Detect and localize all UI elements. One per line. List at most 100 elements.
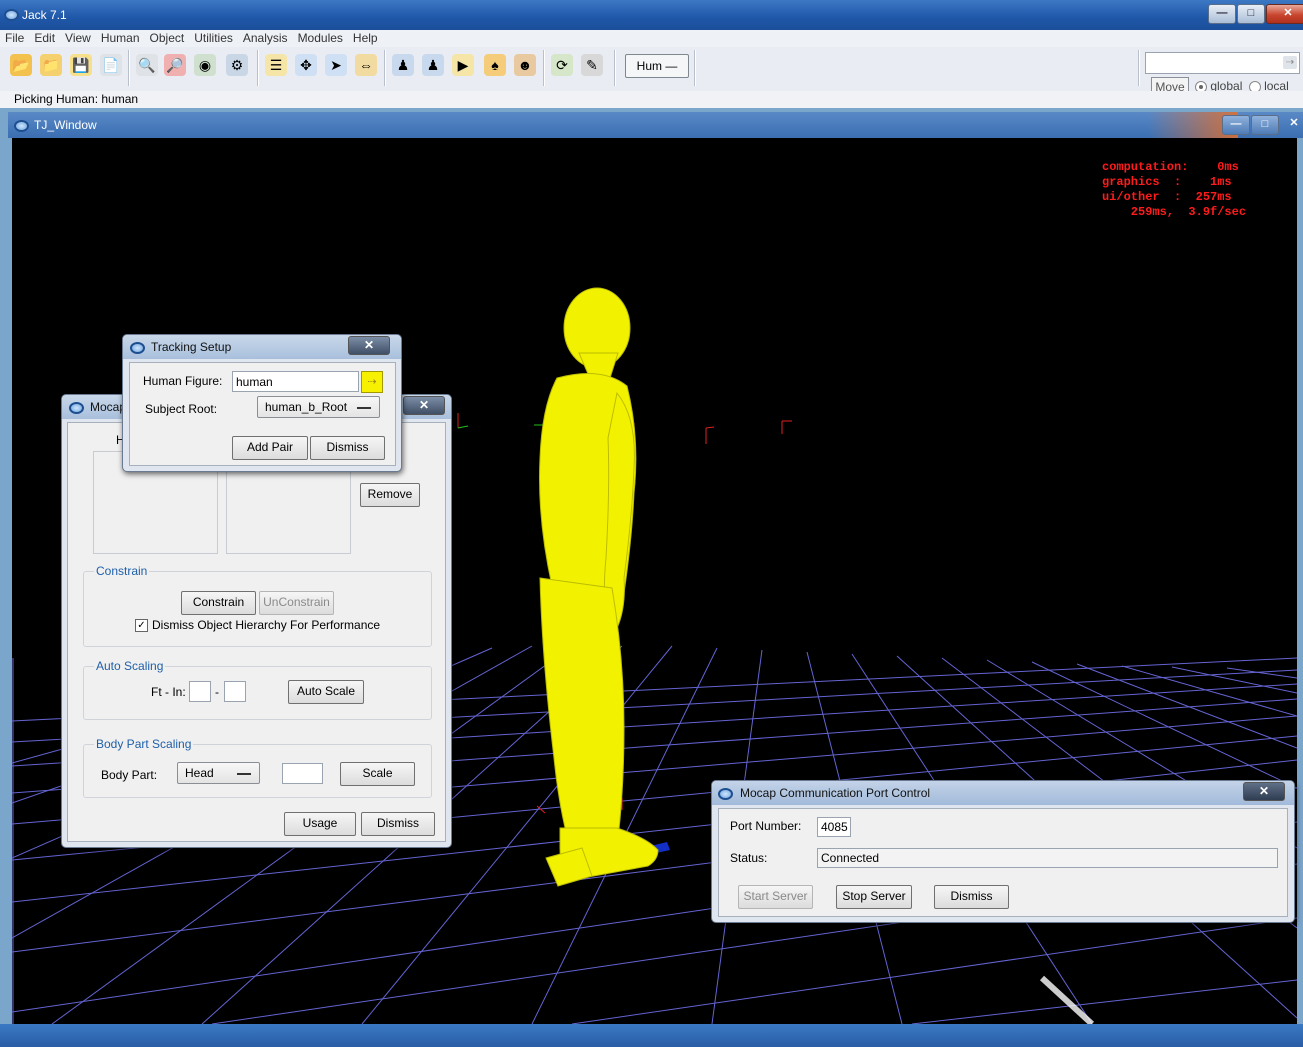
tracking-dialog-body: Human Figure: human ⇢ Subject Root: huma… — [129, 362, 396, 466]
perf-line: 259ms, 3.9f/sec — [1102, 205, 1247, 219]
inches-input[interactable] — [224, 681, 246, 702]
port-number-input[interactable]: 4085 — [817, 817, 851, 837]
subject-root-select[interactable]: human_b_Root — [257, 396, 380, 418]
toolbar-separator — [694, 50, 696, 86]
perf-line: ui/other : 257ms — [1102, 190, 1232, 204]
perf-line: graphics : 1ms — [1102, 175, 1232, 189]
port-number-label: Port Number: — [730, 819, 802, 833]
mocap-dialog-body: H Remove Constrain Constrain UnConstrain… — [67, 422, 446, 842]
app-title-bar: Jack 7.1 — □ ✕ — [0, 0, 1303, 30]
menu-help[interactable]: Help — [348, 30, 383, 47]
open-file-icon[interactable]: 📁 — [40, 54, 62, 76]
body-part-select[interactable]: Head — [177, 762, 260, 784]
body-part-scaling-group-title: Body Part Scaling — [94, 737, 194, 751]
toolbar-separator — [543, 50, 545, 86]
dismiss-button[interactable]: Dismiss — [310, 436, 385, 460]
close-icon[interactable]: ✕ — [1266, 4, 1303, 24]
dismiss-button[interactable]: Dismiss — [934, 885, 1009, 909]
dialog-icon — [718, 788, 733, 800]
close-icon[interactable]: ✕ — [348, 336, 390, 355]
window-controls: — □ ✕ — [1207, 4, 1303, 24]
app-icon — [4, 9, 19, 21]
scale-input[interactable] — [282, 763, 323, 784]
unconstrain-button[interactable]: UnConstrain — [259, 591, 334, 615]
body-part-value: Head — [185, 766, 214, 780]
toolbar-separator — [384, 50, 386, 86]
menu-object[interactable]: Object — [145, 30, 190, 47]
human-select-value: Hum — [636, 59, 662, 73]
human-figure-icon[interactable]: ☻ — [514, 54, 536, 76]
maximize-icon[interactable]: □ — [1251, 115, 1279, 135]
minimize-icon[interactable]: — — [1208, 4, 1236, 24]
human-edit-icon[interactable]: ♟ — [422, 54, 444, 76]
hierarchy-icon[interactable]: ☰ — [265, 54, 287, 76]
dismiss-button[interactable]: Dismiss — [361, 812, 435, 836]
document-icon[interactable]: 📄 — [100, 54, 122, 76]
dismiss-hierarchy-label: Dismiss Object Hierarchy For Performance — [152, 618, 381, 632]
body-part-label: Body Part: — [101, 768, 158, 782]
close-icon[interactable]: ✕ — [1243, 782, 1285, 801]
auto-scale-button[interactable]: Auto Scale — [288, 680, 364, 704]
menu-edit[interactable]: Edit — [29, 30, 60, 47]
close-icon[interactable]: ✕ — [403, 396, 445, 415]
human-figure-input[interactable]: human — [232, 371, 359, 392]
dialog-icon — [69, 402, 84, 414]
constrain-button[interactable]: Constrain — [181, 591, 256, 615]
camera-view-icon[interactable]: ◉ — [194, 54, 216, 76]
app-title: Jack 7.1 — [22, 8, 67, 22]
status-value: Connected — [817, 848, 1278, 868]
constrain-group-title: Constrain — [94, 564, 150, 578]
tj-window-title-bar: TJ_Window — □ ✕ — [8, 112, 1303, 138]
open-folder-icon[interactable]: 📂 — [10, 54, 32, 76]
search-input[interactable]: ⇢ — [1145, 52, 1300, 74]
tracking-setup-dialog: Tracking Setup ✕ Human Figure: human ⇢ S… — [122, 334, 402, 472]
measure-icon[interactable]: ⇔ — [355, 54, 377, 76]
toolbar-separator — [128, 50, 130, 86]
binoculars-icon[interactable]: 🔍 — [136, 54, 158, 76]
tool-icon[interactable]: ✎ — [581, 54, 603, 76]
auto-scaling-group-title: Auto Scaling — [94, 659, 166, 673]
tj-window-title: TJ_Window — [34, 118, 97, 132]
toolbar-separator — [257, 50, 259, 86]
scale-button[interactable]: Scale — [340, 762, 415, 786]
start-server-button[interactable]: Start Server — [738, 885, 813, 909]
usage-button[interactable]: Usage — [284, 812, 356, 836]
perf-line: computation: 0ms — [1102, 160, 1239, 174]
stop-server-button[interactable]: Stop Server — [836, 885, 912, 909]
search-icon[interactable]: ⇢ — [1283, 56, 1297, 69]
menu-file[interactable]: File — [0, 30, 29, 47]
maximize-icon[interactable]: □ — [1237, 4, 1265, 24]
mocap-dialog-title: Mocap — [90, 400, 127, 414]
human-select[interactable]: Hum — — [625, 54, 689, 78]
human-figure — [539, 287, 659, 887]
menu-analysis[interactable]: Analysis — [238, 30, 293, 47]
toolbar-separator — [1138, 50, 1140, 86]
tj-window-controls: — □ ✕ — [1221, 115, 1303, 135]
status-label: Status: — [730, 851, 768, 865]
status-text: Picking Human: human — [14, 92, 139, 106]
pick-human-icon[interactable]: ⇢ — [361, 371, 383, 393]
menu-utilities[interactable]: Utilities — [189, 30, 238, 47]
remove-button[interactable]: Remove — [360, 483, 420, 507]
menu-human[interactable]: Human — [96, 30, 145, 47]
zoom-icon[interactable]: 🔎 — [164, 54, 186, 76]
save-icon[interactable]: 💾 — [70, 54, 92, 76]
port-dialog-body: Port Number: 4085 Status: Connected Star… — [718, 808, 1288, 917]
render-icon[interactable]: ⚙ — [226, 54, 248, 76]
add-pair-button[interactable]: Add Pair — [232, 436, 308, 460]
close-icon[interactable]: ✕ — [1280, 115, 1303, 133]
performance-stats: computation: 0ms graphics : 1ms ui/other… — [1102, 160, 1246, 220]
motion-icon[interactable]: ⟳ — [551, 54, 573, 76]
constrain-group — [83, 571, 432, 647]
transform-icon[interactable]: ✥ — [295, 54, 317, 76]
posture-icon[interactable]: ♠ — [484, 54, 506, 76]
minimize-icon[interactable]: — — [1222, 115, 1250, 135]
menu-modules[interactable]: Modules — [293, 30, 348, 47]
human-add-icon[interactable]: ♟ — [392, 54, 414, 76]
pointer-icon[interactable]: ➤ — [325, 54, 347, 76]
taskbar — [0, 1024, 1303, 1047]
joint-icon[interactable]: ▶ — [452, 54, 474, 76]
feet-input[interactable] — [189, 681, 211, 702]
menu-view[interactable]: View — [60, 30, 96, 47]
dismiss-hierarchy-checkbox[interactable]: ✓ — [135, 619, 148, 632]
